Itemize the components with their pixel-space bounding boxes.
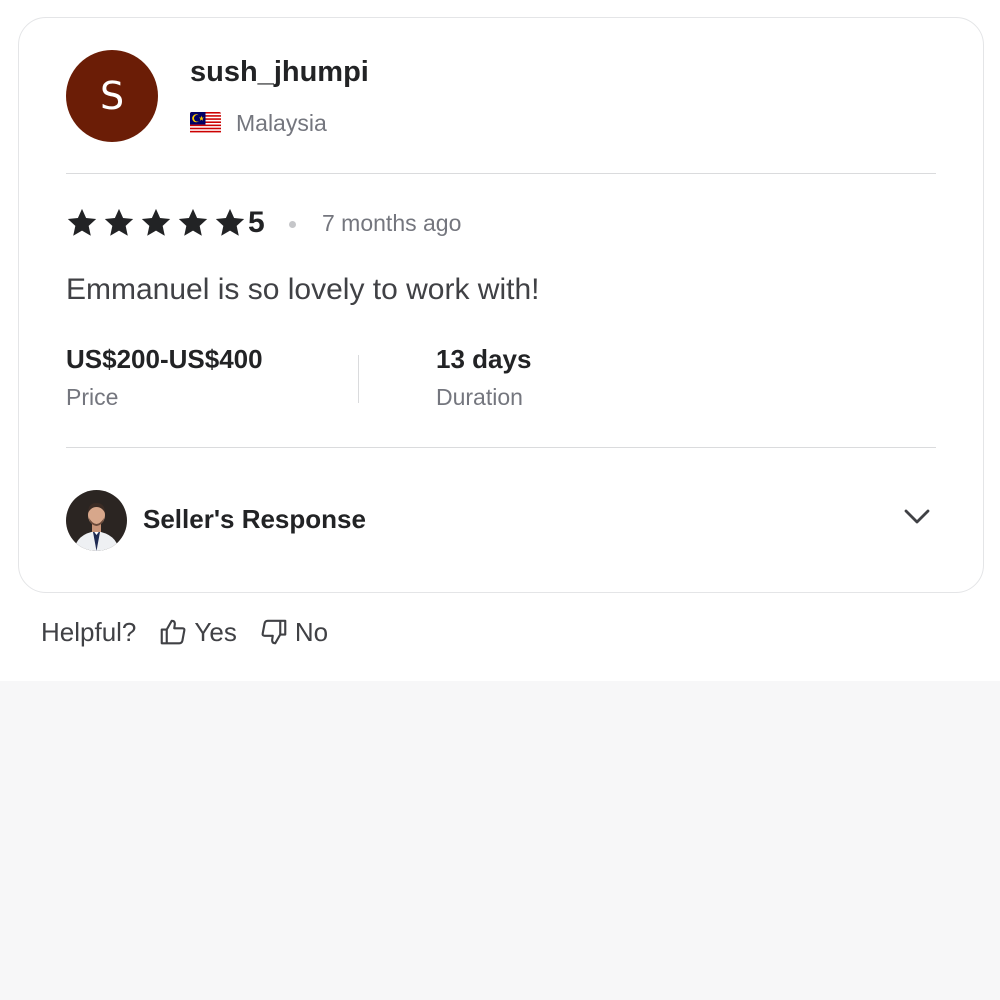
seller-response-title[interactable]: Seller's Response xyxy=(143,504,366,535)
review-card: S sush_jhumpi Malaysia 5 7 months ago Em… xyxy=(18,17,984,593)
star-icon xyxy=(104,208,134,236)
avatar-initial: S xyxy=(99,74,125,118)
duration-value: 13 days xyxy=(436,344,532,374)
chevron-down-icon[interactable] xyxy=(901,500,933,532)
reviewer-username[interactable]: sush_jhumpi xyxy=(190,56,369,89)
seller-avatar xyxy=(66,490,127,551)
helpful-no-button[interactable]: No xyxy=(259,617,328,648)
price-value: US$200-US$400 xyxy=(66,344,263,374)
divider xyxy=(66,447,936,448)
star-icon xyxy=(215,208,245,236)
review-section: S sush_jhumpi Malaysia 5 7 months ago Em… xyxy=(0,0,1000,681)
separator-dot xyxy=(289,221,296,228)
star-icon xyxy=(67,208,97,236)
thumbs-down-icon xyxy=(261,619,287,645)
vertical-divider xyxy=(358,355,359,403)
review-time: 7 months ago xyxy=(322,210,462,236)
star-icon xyxy=(141,208,171,236)
malaysia-flag-icon xyxy=(190,112,221,134)
star-icon xyxy=(178,208,208,236)
thumbs-up-icon xyxy=(161,619,186,645)
star-rating xyxy=(65,206,247,240)
helpful-row: Helpful? Yes No xyxy=(41,614,350,650)
divider xyxy=(66,173,936,174)
rating-value: 5 xyxy=(248,206,265,239)
helpful-yes-button[interactable]: Yes xyxy=(158,616,237,648)
yes-label: Yes xyxy=(194,616,237,647)
no-label: No xyxy=(294,616,329,647)
duration-label: Duration xyxy=(436,384,523,410)
reviewer-country: Malaysia xyxy=(236,110,327,136)
price-label: Price xyxy=(66,384,119,410)
helpful-label: Helpful? xyxy=(41,616,137,647)
reviewer-avatar[interactable]: S xyxy=(66,50,158,142)
review-text: Emmanuel is so lovely to work with! xyxy=(66,273,540,306)
